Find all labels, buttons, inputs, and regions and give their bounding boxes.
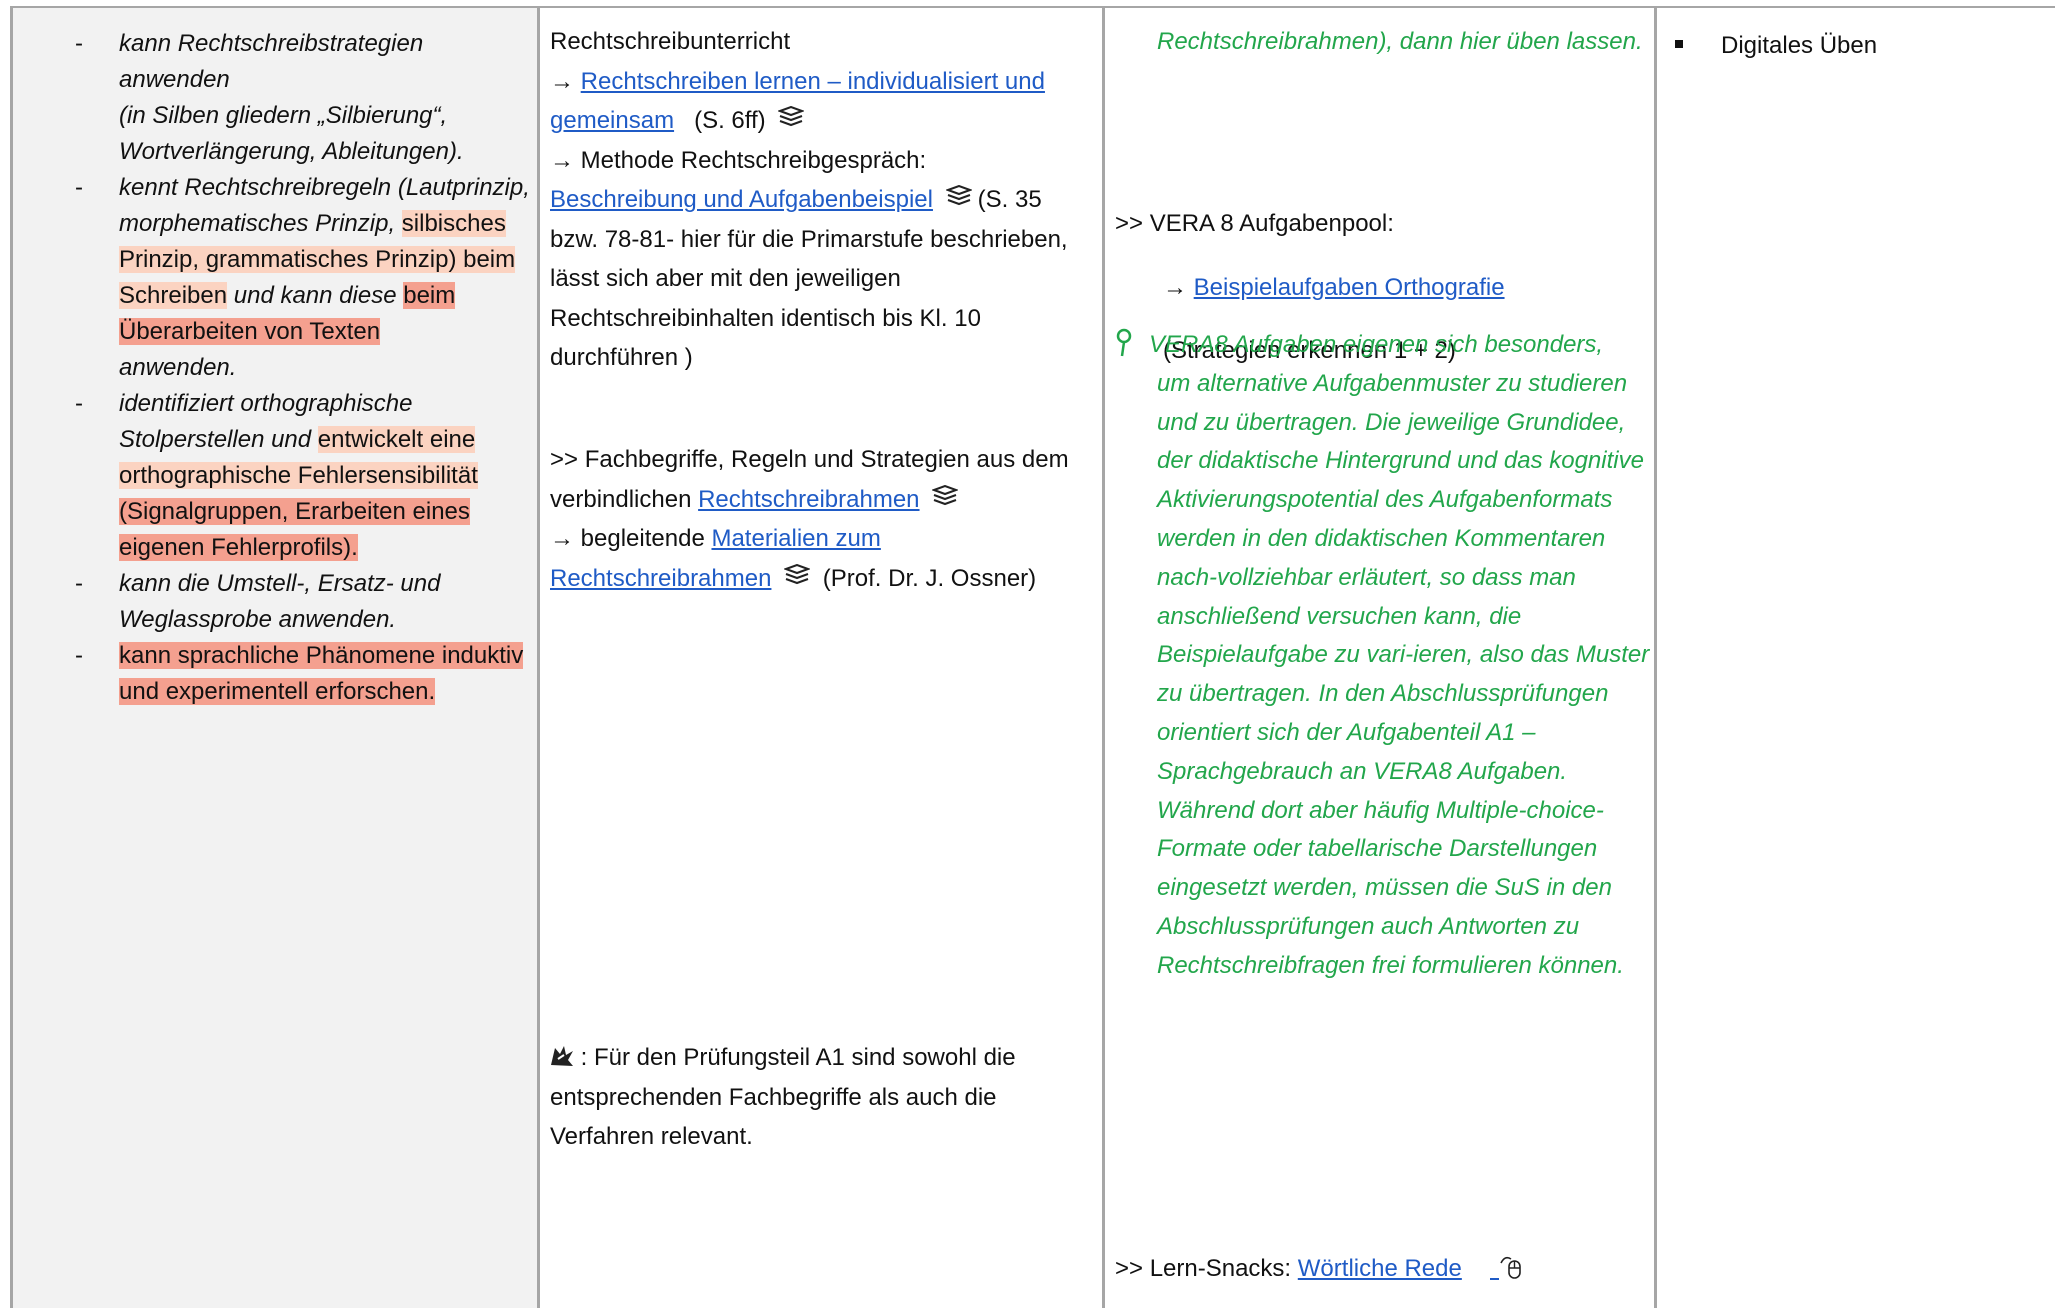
exam-note: : Für den Prüfungsteil A1 sind sowohl di… bbox=[550, 1044, 1016, 1150]
accomp-label: begleitende bbox=[580, 525, 705, 552]
arrow-icon: → bbox=[1163, 273, 1187, 301]
competency-text: kann Rechtschreibstrategien anwenden bbox=[119, 30, 424, 93]
link-beispielaufgaben-orthografie[interactable]: Beispielaufgaben Orthografie bbox=[1194, 274, 1505, 301]
highlight-dark: kann sprachliche Phänomene induktiv und … bbox=[119, 642, 524, 705]
curriculum-table: - kann Rechtschreibstrategien anwenden (… bbox=[10, 6, 2055, 1308]
book-stack-icon bbox=[783, 559, 812, 599]
lern-snacks-block: >> Lern-Snacks: Wörtliche Rede bbox=[1115, 1225, 1650, 1313]
tasks-column: Rechtschreibrahmen), dann hier üben lass… bbox=[1105, 8, 1657, 1308]
snack-line: >> Lern-Snacks: Wörtliche Rede bbox=[1115, 1249, 1650, 1289]
competency-column: - kann Rechtschreibstrategien anwenden (… bbox=[10, 8, 540, 1308]
list-dash: - bbox=[75, 570, 83, 597]
exam-note-block: : Für den Prüfungsteil A1 sind sowohl di… bbox=[550, 1038, 1095, 1157]
author-note: (Prof. Dr. J. Ossner) bbox=[822, 564, 1037, 592]
competency-text: kann die Umstell-, Ersatz- und Weglasspr… bbox=[119, 570, 441, 633]
exclamation-splash-icon bbox=[550, 1044, 581, 1071]
tip-pin-icon bbox=[1115, 328, 1133, 358]
list-item: - kann die Umstell-, Ersatz- und Weglass… bbox=[13, 566, 533, 638]
vera-label: >> VERA 8 Aufgabenpool: bbox=[1115, 210, 1394, 237]
list-item: - kennt Rechtschreibregeln (Lautprinzip,… bbox=[13, 170, 533, 386]
exam-line: : Für den Prüfungsteil A1 sind sowohl di… bbox=[550, 1038, 1095, 1157]
link-woertliche-rede[interactable]: Wörtliche Rede bbox=[1298, 1255, 1462, 1282]
digital-column: Digitales Üben bbox=[1657, 8, 2055, 1308]
vera-link-line: → Beispielaufgaben Orthografie bbox=[1115, 268, 1650, 308]
link-line: → Rechtschreiben lernen – individualisie… bbox=[550, 62, 1095, 141]
competency-list: - kann Rechtschreibstrategien anwenden (… bbox=[13, 26, 533, 710]
square-bullet-icon bbox=[1675, 39, 1683, 48]
link-rechtschreibrahmen[interactable]: Rechtschreibrahmen bbox=[698, 486, 919, 513]
green-note: Rechtschreibrahmen), dann hier üben lass… bbox=[1157, 28, 1643, 55]
terms-line: >> Fachbegriffe, Regeln und Strategien a… bbox=[550, 440, 1095, 519]
book-stack-icon bbox=[931, 480, 960, 520]
method-line: → Methode Rechtschreibgespräch: Beschrei… bbox=[550, 141, 1095, 378]
tip-first-line: VERA8 Aufgaben eigenen sich besonders, bbox=[1149, 331, 1604, 358]
mouse-icon[interactable] bbox=[1482, 1255, 1523, 1282]
section-heading: Rechtschreibunterricht bbox=[550, 28, 791, 55]
rs-unterricht-block: Rechtschreibunterricht → Rechtschreiben … bbox=[550, 22, 1095, 378]
book-stack-icon bbox=[944, 180, 973, 220]
competency-text: anwenden. bbox=[119, 354, 237, 381]
methods-column: Rechtschreibunterricht → Rechtschreiben … bbox=[540, 8, 1105, 1308]
competency-text: und kann diese bbox=[227, 282, 404, 309]
tip-block: VERA8 Aufgaben eigenen sich besonders, u… bbox=[1115, 326, 1650, 986]
competency-text: (in Silben gliedern „Silbierung“, Wortve… bbox=[119, 102, 464, 165]
arrow-icon: → bbox=[550, 146, 574, 174]
list-item: Digitales Üben bbox=[1675, 28, 1877, 64]
arrow-icon: → bbox=[550, 67, 574, 95]
digital-label: Digitales Üben bbox=[1721, 32, 1878, 59]
list-dash: - bbox=[75, 174, 83, 201]
document-page: - kann Rechtschreibstrategien anwenden (… bbox=[0, 0, 2055, 1308]
list-item: - kann sprachliche Phänomene induktiv un… bbox=[13, 638, 533, 710]
book-stack-icon bbox=[777, 101, 806, 141]
tip-body: um alternative Aufgabenmuster zu studier… bbox=[1157, 369, 1650, 979]
fachbegriffe-block: >> Fachbegriffe, Regeln und Strategien a… bbox=[550, 440, 1095, 598]
method-label: Methode Rechtschreibgespräch: bbox=[580, 146, 927, 174]
snack-label: >> Lern-Snacks: bbox=[1115, 1255, 1292, 1282]
highlight-dark: (Signalgruppen, Erarbeiten eines eigenen… bbox=[119, 498, 470, 561]
arrow-icon: → bbox=[550, 525, 574, 552]
method-note: (S. 35 bzw. 78-81- hier für die Primarst… bbox=[550, 186, 1068, 371]
materials-line: → begleitende Materialien zum Rechtschre… bbox=[550, 519, 1095, 598]
link-beschreibung-aufgabenbeispiel[interactable]: Beschreibung und Aufgabenbeispiel bbox=[550, 186, 933, 213]
list-dash: - bbox=[75, 390, 83, 417]
list-dash: - bbox=[75, 30, 83, 57]
list-dash: - bbox=[75, 642, 83, 669]
page-ref: (S. 6ff) bbox=[694, 107, 766, 134]
list-item: - kann Rechtschreibstrategien anwenden (… bbox=[13, 26, 533, 170]
tip-text: VERA8 Aufgaben eigenen sich besonders, u… bbox=[1115, 326, 1650, 986]
list-item: - identifiziert orthographische Stolpers… bbox=[13, 386, 533, 566]
